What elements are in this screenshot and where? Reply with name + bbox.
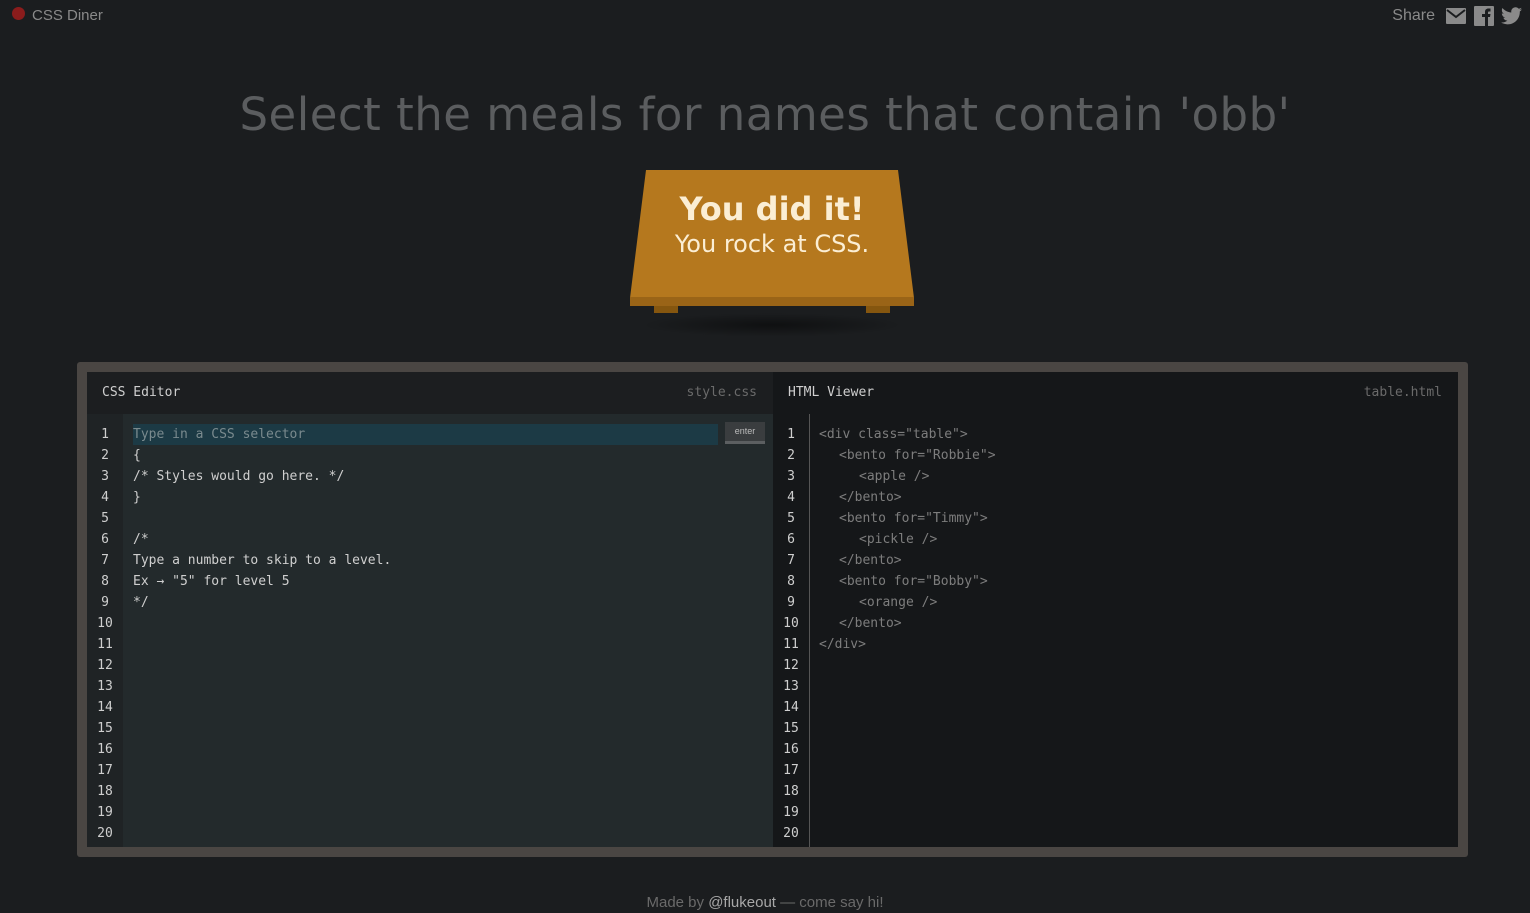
line-number: 17 — [97, 763, 113, 778]
html-code-line[interactable]: </bento> — [819, 550, 1450, 571]
line-number: 20 — [783, 826, 799, 841]
line-number: 12 — [97, 658, 113, 673]
line-number: 5 — [787, 511, 795, 526]
css-code: { /* Styles would go here. */} /* Type a nu… — [133, 424, 765, 613]
html-code-line[interactable]: <bento for="Bobby"> — [819, 571, 1450, 592]
html-code-line[interactable]: <apple /> — [819, 466, 1450, 487]
dining-table: You did it! You rock at CSS. — [630, 170, 914, 337]
editor-frame: CSS Editor style.css 1 2 3 4 5 6 7 8 9 10 11 12 13 14… — [77, 362, 1468, 857]
line-number: 19 — [97, 805, 113, 820]
line-number: 9 — [101, 595, 109, 610]
enter-button[interactable]: enter — [725, 422, 765, 444]
facebook-icon[interactable] — [1473, 5, 1494, 26]
html-code-line[interactable]: <bento for="Robbie"> — [819, 445, 1450, 466]
line-number: 4 — [101, 490, 109, 505]
html-code-line[interactable]: <pickle /> — [819, 529, 1450, 550]
html-viewer-title: HTML Viewer — [788, 385, 875, 400]
html-code: <div class="table"> <bento for="Robbie"> <… — [819, 424, 1450, 655]
line-number: 9 — [787, 595, 795, 610]
line-number: 10 — [783, 616, 799, 631]
win-subtitle: You rock at CSS. — [674, 230, 870, 258]
html-code-line[interactable]: <div class="table"> — [819, 424, 1450, 445]
css-selector-input[interactable] — [133, 424, 718, 445]
line-number: 18 — [97, 784, 113, 799]
share-label: Share — [1392, 6, 1435, 24]
table-leg-left — [654, 306, 678, 313]
line-number: 17 — [783, 763, 799, 778]
logo[interactable]: CSS Diner — [12, 7, 103, 24]
html-viewer-filename: table.html — [1363, 385, 1442, 400]
html-line-numbers: 1 2 3 4 5 6 7 8 9 10 11 12 13 14 15 16 17 18 19 20 — [773, 414, 810, 847]
css-code-line: */ — [133, 595, 149, 610]
line-number: 10 — [97, 616, 113, 631]
html-viewer: HTML Viewer table.html 1 2 3 4 5 6 7 8 9 10 11 12 13… — [773, 372, 1458, 847]
table-edge — [630, 297, 914, 306]
line-number: 7 — [101, 553, 109, 568]
css-editor-header: CSS Editor style.css — [87, 372, 773, 414]
line-number: 20 — [97, 826, 113, 841]
html-code-line[interactable]: </bento> — [819, 613, 1450, 634]
line-number: 4 — [787, 490, 795, 505]
line-number: 6 — [101, 532, 109, 547]
line-number: 1 — [101, 427, 109, 442]
line-number: 2 — [787, 448, 795, 463]
app-title: CSS Diner — [32, 7, 103, 24]
line-number: 12 — [783, 658, 799, 673]
line-number: 15 — [97, 721, 113, 736]
line-number: 13 — [97, 679, 113, 694]
footer: Made by @flukeout — come say hi! — [0, 894, 1530, 911]
footer-suffix: — come say hi! — [780, 894, 884, 911]
css-editor-filename: style.css — [686, 385, 757, 400]
line-number: 3 — [101, 469, 109, 484]
line-number: 1 — [787, 427, 795, 442]
line-number: 8 — [787, 574, 795, 589]
line-number: 14 — [783, 700, 799, 715]
html-code-line[interactable]: </bento> — [819, 487, 1450, 508]
line-number: 7 — [787, 553, 795, 568]
line-number: 5 — [101, 511, 109, 526]
line-number: 15 — [783, 721, 799, 736]
line-number: 16 — [97, 742, 113, 757]
css-code-line: { — [133, 448, 141, 463]
css-editor-title: CSS Editor — [102, 385, 181, 400]
line-number: 11 — [97, 637, 113, 652]
twitter-icon[interactable] — [1501, 5, 1522, 26]
css-code-line: Type a number to skip to a level. — [133, 553, 392, 568]
line-number: 16 — [783, 742, 799, 757]
css-line-numbers: 1 2 3 4 5 6 7 8 9 10 11 12 13 14 15 16 17 18 19 20 — [87, 414, 123, 847]
css-editor: CSS Editor style.css 1 2 3 4 5 6 7 8 9 10 11 12 13 14… — [87, 372, 773, 847]
line-number: 8 — [101, 574, 109, 589]
line-number: 2 — [101, 448, 109, 463]
share-bar: Share — [1392, 5, 1522, 26]
level-instruction: Select the meals for names that contain … — [239, 88, 1291, 142]
mail-icon[interactable] — [1445, 5, 1466, 26]
html-code-line[interactable]: <bento for="Timmy"> — [819, 508, 1450, 529]
line-number: 11 — [783, 637, 799, 652]
line-number: 19 — [783, 805, 799, 820]
line-number: 6 — [787, 532, 795, 547]
line-number: 13 — [783, 679, 799, 694]
table-leg-right — [866, 306, 890, 313]
css-code-line — [133, 508, 765, 529]
css-code-line: /* Styles would go here. */ — [133, 469, 345, 484]
html-code-line[interactable]: </div> — [819, 634, 1450, 655]
win-title: You did it! — [679, 190, 865, 228]
logo-dot-icon — [12, 7, 25, 20]
footer-prefix: Made by — [646, 894, 705, 911]
css-code-line: Ex → "5" for level 5 — [133, 574, 290, 589]
line-number: 14 — [97, 700, 113, 715]
html-code-line[interactable]: <orange /> — [819, 592, 1450, 613]
html-viewer-header: HTML Viewer table.html — [773, 372, 1458, 414]
author-link[interactable]: @flukeout — [708, 894, 776, 911]
line-number: 3 — [787, 469, 795, 484]
line-number: 18 — [783, 784, 799, 799]
top-bar: CSS Diner Share — [0, 0, 1530, 34]
css-code-line: /* — [133, 532, 149, 547]
table-shadow — [640, 313, 904, 337]
css-code-line: } — [133, 490, 141, 505]
